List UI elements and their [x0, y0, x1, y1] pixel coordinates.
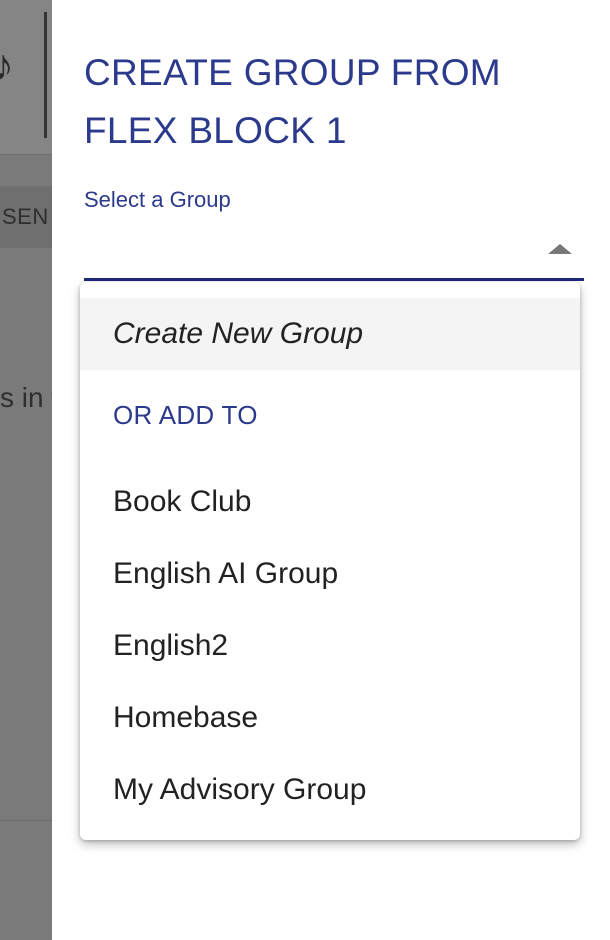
music-note-icon: ♪	[0, 41, 14, 90]
background-tab-label: SEN	[2, 204, 49, 229]
background-app: ♪ SEN s in t	[0, 0, 52, 940]
background-divider	[0, 820, 52, 821]
menu-item-group[interactable]: Book Club	[80, 470, 580, 534]
background-body-text: s in t	[0, 382, 52, 413]
menu-subheader-or-add-to: OR ADD TO	[113, 400, 258, 430]
select-group-label: Select a Group	[84, 187, 231, 212]
select-group-field[interactable]	[84, 232, 584, 281]
menu-item-group[interactable]: English2	[80, 614, 580, 678]
menu-item-create-new-group[interactable]: Create New Group	[80, 298, 580, 370]
menu-item-group[interactable]: My Advisory Group	[80, 758, 580, 822]
menu-item-group[interactable]: Homebase	[80, 686, 580, 750]
background-toolbar: ♪	[0, 0, 52, 155]
toolbar-divider	[44, 12, 47, 138]
panel-title: CREATE GROUP FROM FLEX BLOCK 1	[84, 52, 501, 151]
group-dropdown-menu: Create New Group OR ADD TO Book Club Eng…	[80, 282, 580, 840]
menu-item-group[interactable]: English AI Group	[80, 542, 580, 606]
caret-up-icon[interactable]	[548, 244, 572, 254]
